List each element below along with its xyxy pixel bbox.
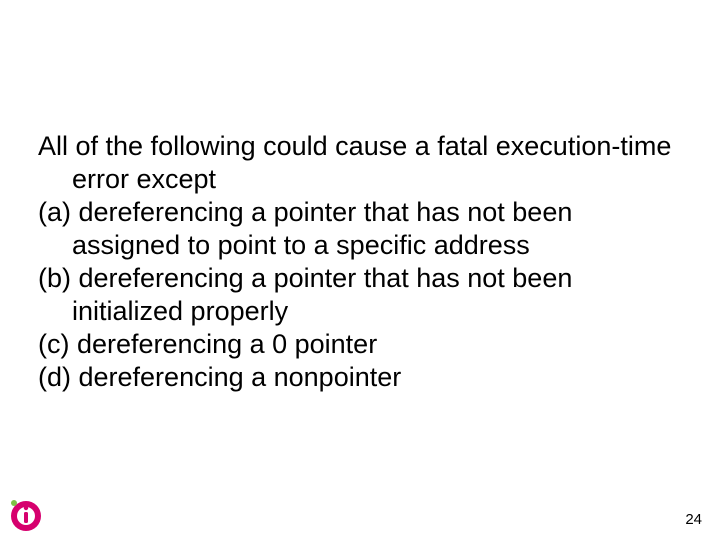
slide: All of the following could cause a fatal… (0, 0, 720, 540)
page-number: 24 (685, 511, 702, 528)
question-block: All of the following could cause a fatal… (38, 130, 682, 394)
question-stem: All of the following could cause a fatal… (38, 130, 682, 196)
option-a: (a) dereferencing a pointer that has not… (38, 196, 682, 262)
option-c: (c) dereferencing a 0 pointer (38, 328, 682, 361)
logo-icon (6, 494, 46, 534)
option-d: (d) dereferencing a nonpointer (38, 361, 682, 394)
option-b: (b) dereferencing a pointer that has not… (38, 262, 682, 328)
